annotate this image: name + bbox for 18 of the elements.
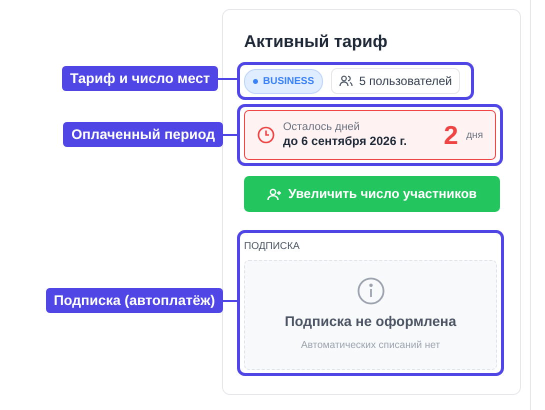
info-icon <box>356 277 384 305</box>
days-count: 2 <box>444 121 458 149</box>
days-unit: дня <box>466 128 483 142</box>
period-date: до 6 сентября 2026 г. <box>283 134 408 149</box>
annotation-label: Оплаченный период <box>63 122 223 147</box>
empty-state-title: Подписка не оформлена <box>284 312 456 331</box>
empty-state-note: Автоматических списаний нет <box>300 339 440 353</box>
period-caption: Осталось дней <box>283 121 361 134</box>
clock-icon <box>257 126 275 144</box>
annotation-label: Подписка (автоплатёж) <box>46 288 223 313</box>
annotation-label: Тариф и число мест <box>62 66 218 91</box>
add-members-button[interactable]: Увеличить число участников <box>244 176 500 212</box>
add-user-icon <box>267 188 282 200</box>
plan-badge: BUSINESS <box>244 68 324 94</box>
card-title: Активный тариф <box>244 31 388 53</box>
users-badge: 5 пользователей <box>331 68 460 94</box>
users-icon <box>339 75 354 87</box>
section-heading: ПОДПИСКА <box>244 240 301 254</box>
